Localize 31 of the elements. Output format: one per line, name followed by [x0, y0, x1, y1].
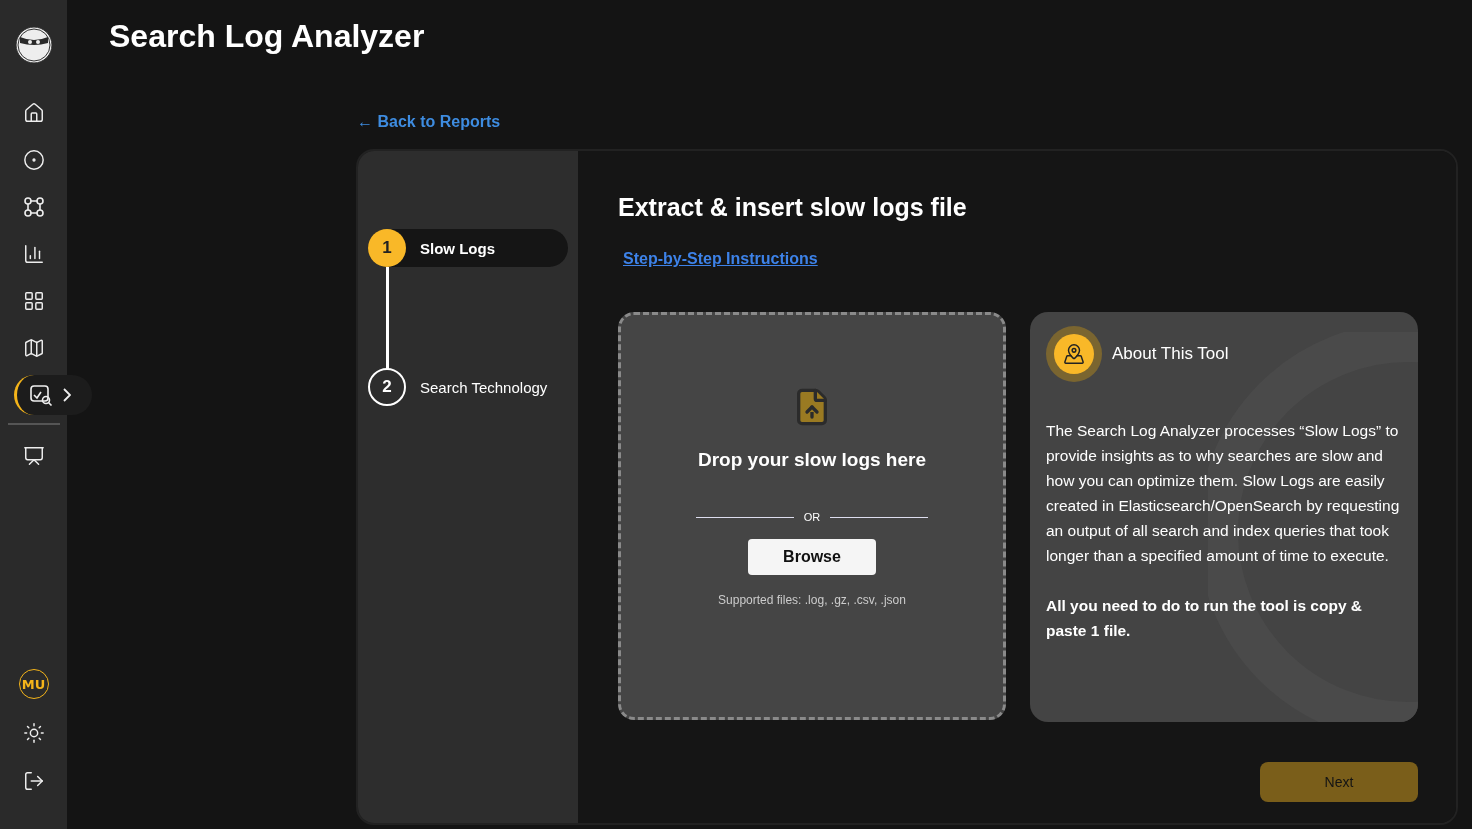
target-icon [22, 149, 45, 171]
back-link[interactable]: ← Back to Reports [357, 113, 501, 131]
presentation-icon [22, 445, 45, 467]
step-item[interactable]: 2 Search Technology [368, 368, 568, 406]
connected-nodes-icon [22, 196, 45, 218]
about-paragraph: All you need to do to run the tool is copy & paste 1 file. [1046, 596, 1364, 641]
grid-icon [22, 290, 45, 312]
about-title: About This Tool [1112, 344, 1229, 364]
map-icon [22, 337, 45, 359]
page-title: Search Log Analyzer [109, 18, 425, 55]
file-drop-zone[interactable]: Drop your slow logs here OR Browse Supported files: .log, .gz, .csv, .json [618, 312, 1006, 720]
owl-logo[interactable] [14, 26, 53, 64]
nav-item[interactable] [13, 375, 92, 415]
section-heading: Extract & insert slow logs file [618, 193, 967, 222]
drop-prompt: Drop your slow logs here [697, 449, 926, 471]
chart-search-icon [28, 384, 53, 406]
home-icon [22, 102, 45, 124]
bar-chart-icon [22, 243, 45, 265]
instructions-link[interactable]: Step-by-Step Instructions [623, 250, 818, 268]
step-number: 2 [368, 368, 406, 406]
browse-button[interactable]: Browse [748, 539, 876, 575]
chevron-icon [62, 388, 71, 402]
step-number: 1 [368, 229, 406, 267]
step-label: Search Technology [420, 378, 548, 396]
separator-label: OR [803, 511, 821, 523]
sun-icon[interactable] [22, 722, 45, 744]
logout-icon[interactable] [22, 770, 45, 792]
step-item[interactable]: 1 Slow Logs [368, 229, 568, 267]
supported-files-text: Supported files: .log, .gz, .csv, .json [718, 593, 906, 607]
step-label: Slow Logs [420, 239, 495, 257]
about-paragraph: The Search Log Analyzer processes “Slow Logs” to provide insights as to why searches are slow and how you can optimize them. Slow Logs are easily created in Elasticsearch/OpenSearch by requesting an output of all search and index queries that took longer than a specified amount of time to execute. [1046, 421, 1401, 566]
